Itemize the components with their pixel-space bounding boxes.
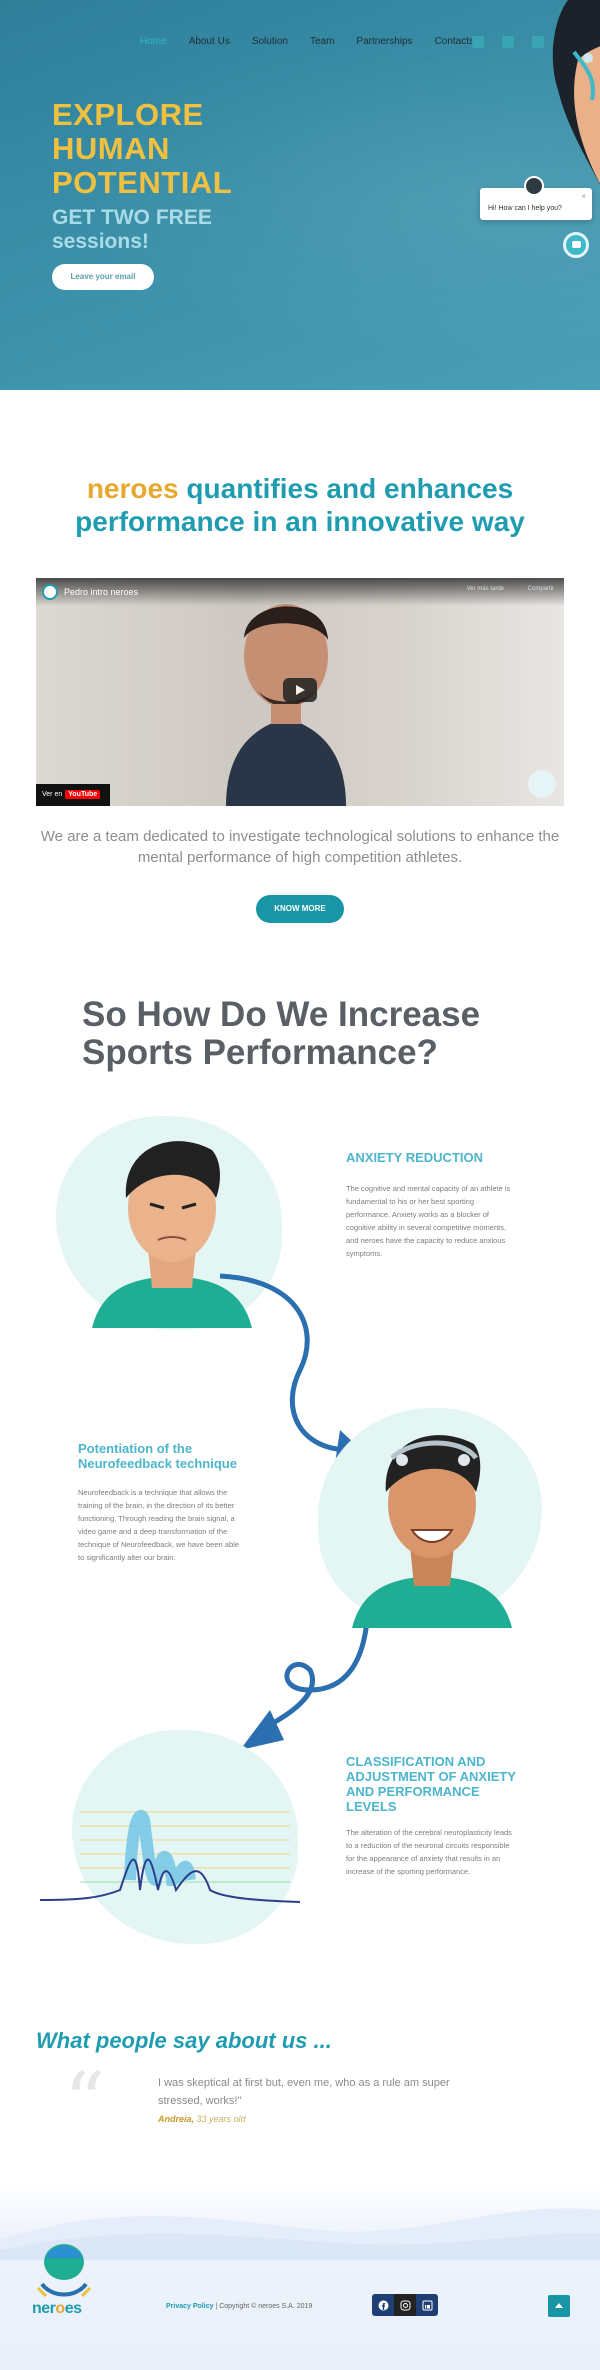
hero-athlete-image bbox=[552, 0, 600, 185]
chat-avatar bbox=[524, 176, 544, 196]
instagram-icon[interactable] bbox=[502, 36, 514, 48]
linkedin-icon[interactable] bbox=[416, 2294, 438, 2316]
author-age: 33 years old bbox=[194, 2114, 246, 2124]
feature-neurofeedback-title: Potentiation of the Neurofeedback techni… bbox=[78, 1441, 237, 1471]
testimonials-title-bold: about us bbox=[215, 2028, 308, 2053]
testimonials-title: What people say about us ... bbox=[36, 2028, 332, 2054]
instagram-icon[interactable] bbox=[394, 2294, 416, 2316]
chat-greeting: Hi! How can I help you? bbox=[488, 205, 562, 212]
nav-item-team[interactable]: Team bbox=[310, 36, 334, 47]
play-button[interactable] bbox=[283, 678, 317, 702]
how-section-title: So How Do We Increase Sports Performance… bbox=[82, 995, 481, 1072]
testimonials-title-start: What people say bbox=[36, 2028, 216, 2053]
quote-icon: “ bbox=[64, 2055, 105, 2148]
intro-brand: neroes bbox=[86, 473, 179, 504]
feature-classification-title: CLASSIFICATION AND ADJUSTMENT OF ANXIETY… bbox=[346, 1754, 516, 1814]
wordmark-part-3: es bbox=[64, 2300, 82, 2317]
facebook-icon[interactable] bbox=[472, 36, 484, 48]
hero-title: EXPLORE HUMAN POTENTIAL bbox=[52, 97, 233, 200]
brainwave-chart-illustration bbox=[40, 1809, 300, 1903]
neroes-wordmark: neroes bbox=[32, 2300, 82, 2318]
linkedin-icon[interactable] bbox=[532, 36, 544, 48]
nav-social-links bbox=[472, 36, 544, 48]
channel-logo[interactable] bbox=[42, 584, 58, 600]
feature-neurofeedback-body: Neurofeedback is a technique that allows… bbox=[78, 1488, 239, 1562]
nav-item-partnerships[interactable]: Partnerships bbox=[356, 36, 412, 47]
privacy-policy-link[interactable]: Privacy Policy bbox=[166, 2303, 213, 2310]
chat-popup[interactable]: Hi! How can I help you? × bbox=[480, 176, 592, 220]
testimonial-author: Andreia, 33 years old bbox=[158, 2114, 246, 2124]
nav-item-solution[interactable]: Solution bbox=[252, 36, 288, 47]
nav-item-home[interactable]: Home bbox=[140, 36, 167, 47]
back-to-top-button[interactable] bbox=[548, 2295, 570, 2317]
author-name: Andreia, bbox=[158, 2114, 195, 2124]
intro-video[interactable]: Pedro intro neroes Ver más tarde Compart… bbox=[36, 578, 564, 806]
athlete-happy-illustration bbox=[352, 1435, 512, 1628]
neroes-watermark-logo bbox=[528, 770, 556, 798]
wordmark-part-1: ner bbox=[32, 2300, 56, 2317]
nav-item-about-us[interactable]: About Us bbox=[189, 36, 230, 47]
copyright-line: Privacy Policy | Copyright © neroes S.A.… bbox=[166, 2303, 312, 2310]
main-nav: Home About Us Solution Team Partnerships… bbox=[140, 36, 474, 47]
feature-anxiety-body: The cognitive and mental capacity of an … bbox=[346, 1184, 511, 1258]
facebook-icon[interactable] bbox=[372, 2294, 394, 2316]
feature-anxiety-title: ANXIETY REDUCTION bbox=[346, 1150, 483, 1165]
testimonial-quote: I was skeptical at first but, even me, w… bbox=[158, 2077, 450, 2107]
watch-on-youtube-link[interactable]: Ver en YouTube bbox=[36, 784, 110, 806]
feature-classification-body: The alteration of the cerebral neuroplas… bbox=[346, 1828, 512, 1876]
testimonials-title-end: ... bbox=[307, 2028, 332, 2053]
hero-subtitle: GET TWO FREE sessions! bbox=[52, 206, 212, 253]
youtube-logo: YouTube bbox=[65, 790, 101, 799]
know-more-button[interactable]: KNOW MORE bbox=[256, 895, 344, 923]
video-title[interactable]: Pedro intro neroes bbox=[64, 587, 138, 597]
watch-on-label: Ver en bbox=[42, 791, 63, 798]
team-description: We are a team dedicated to investigate t… bbox=[40, 828, 560, 866]
copyright-text: | Copyright © neroes S.A. 2019 bbox=[213, 2303, 313, 2310]
chat-launcher-button[interactable] bbox=[563, 232, 589, 258]
close-icon[interactable]: × bbox=[581, 192, 586, 201]
watch-later-button[interactable]: Ver más tarde bbox=[467, 586, 504, 592]
wordmark-part-2: o bbox=[55, 2300, 65, 2317]
nav-item-contacts[interactable]: Contacts bbox=[435, 36, 474, 47]
share-button[interactable]: Compartir bbox=[528, 586, 554, 592]
leave-email-button[interactable]: Leave your email bbox=[52, 264, 154, 290]
intro-headline: neroes quantifies and enhances performan… bbox=[40, 472, 560, 538]
footer-social-links bbox=[372, 2294, 438, 2316]
